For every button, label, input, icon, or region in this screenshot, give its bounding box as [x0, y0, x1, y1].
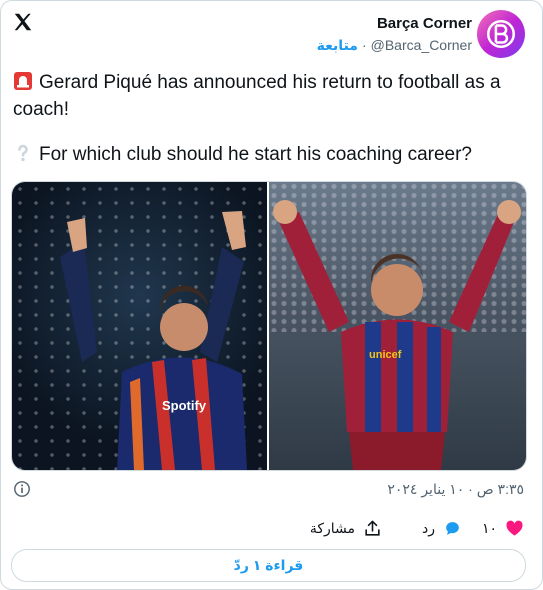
tweet-card: Barça Corner @Barca_Corner · متابعة Gera…	[0, 0, 543, 590]
rotating-light-icon	[14, 72, 32, 90]
account-avatar[interactable]	[477, 10, 525, 58]
like-count: ١٠	[481, 520, 497, 536]
media-image-right[interactable]: unicef	[269, 182, 526, 470]
tweet-line-2: For which club should he start his coach…	[13, 141, 528, 168]
white-question-mark-icon	[18, 144, 28, 162]
barca-corner-logo-icon	[486, 19, 516, 49]
reply-bubble-icon	[446, 522, 459, 535]
account-handle[interactable]: @Barca_Corner	[371, 37, 472, 54]
tweet-text: Gerard Piqué has announced his return to…	[13, 69, 528, 168]
handle-row: @Barca_Corner · متابعة	[317, 37, 472, 54]
pique-figure-left: Spotify	[60, 211, 247, 470]
share-label: مشاركة	[309, 520, 355, 536]
tweet-timestamp[interactable]: ٣:٣٥ ص · ١٠ يناير ٢٠٢٤	[387, 481, 524, 498]
follow-button[interactable]: متابعة	[317, 37, 358, 54]
heart-icon	[506, 520, 523, 536]
account-name[interactable]: Barça Corner	[377, 15, 472, 32]
tweet-line-1: Gerard Piqué has announced his return to…	[13, 69, 528, 123]
separator-dot: ·	[361, 37, 367, 53]
share-button[interactable]: مشاركة	[310, 519, 382, 538]
tweet-media[interactable]: Spotify unicef	[11, 181, 527, 471]
info-icon[interactable]	[13, 480, 31, 498]
tweet-line-1-text: Gerard Piqué has announced his return to…	[13, 72, 501, 120]
share-upload-icon	[365, 520, 380, 536]
like-button[interactable]: ١٠	[482, 519, 524, 538]
read-replies-button[interactable]: قراءة ١ ردّ	[11, 549, 526, 582]
x-logo-icon[interactable]	[12, 11, 34, 33]
reply-button[interactable]: رد	[422, 519, 462, 538]
tweet-line-2-text: For which club should he start his coach…	[39, 144, 473, 165]
reply-label: رد	[422, 520, 435, 536]
action-bar: ١٠ رد مشاركة	[1, 511, 542, 547]
media-image-left[interactable]: Spotify	[12, 182, 267, 470]
svg-text:Spotify: Spotify	[162, 398, 207, 413]
svg-text:unicef: unicef	[369, 349, 402, 361]
pique-figure-right: unicef	[273, 200, 521, 470]
